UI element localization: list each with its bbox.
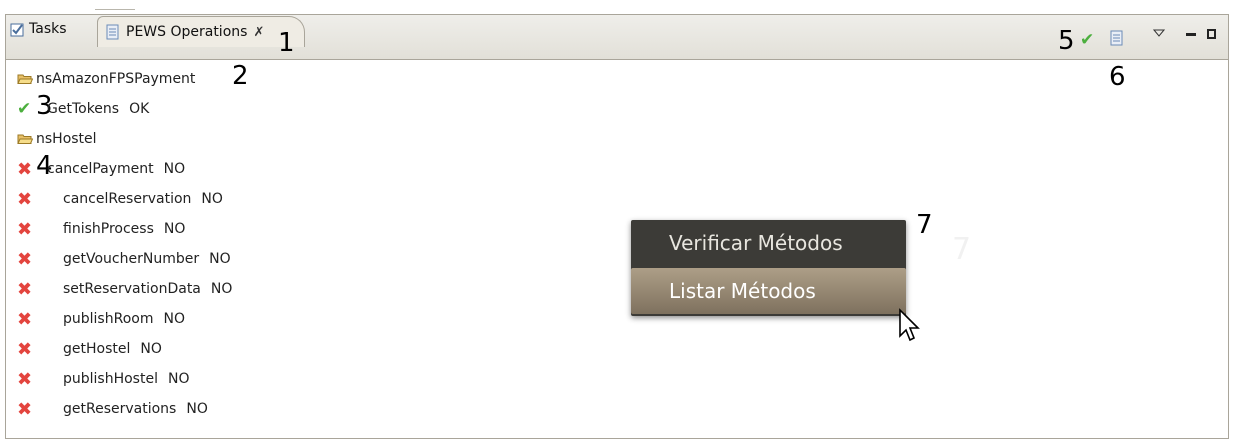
operation-row[interactable]: ✖ cancelPayment NO <box>17 154 232 184</box>
context-menu: Verificar Métodos Listar Métodos <box>631 220 906 316</box>
operation-name: publishHostel <box>63 371 158 387</box>
group-row[interactable]: nsAmazonFPSPayment <box>17 64 232 94</box>
document-icon <box>106 24 119 40</box>
error-x-icon: ✖ <box>17 158 33 180</box>
group-row[interactable]: nsHostel <box>17 124 232 154</box>
operation-row[interactable]: ✖ getHostel NO <box>17 334 232 364</box>
operation-name: getReservations <box>63 401 177 417</box>
operation-name: finishProcess <box>63 221 154 237</box>
operation-row[interactable]: ✔ GetTokens OK <box>17 94 232 124</box>
folder-open-icon <box>17 74 33 84</box>
operation-status: NO <box>163 311 185 327</box>
operation-name: cancelReservation <box>63 191 192 207</box>
operation-name: getVoucherNumber <box>63 251 200 267</box>
list-operations-icon[interactable] <box>1110 30 1123 46</box>
operation-status: NO <box>201 191 223 207</box>
operation-status: NO <box>210 281 233 297</box>
error-x-icon: ✖ <box>17 338 33 360</box>
operation-row[interactable]: ✖ setReservationData NO <box>17 274 232 304</box>
mouse-cursor-icon <box>899 308 920 342</box>
operation-status: NO <box>163 221 186 237</box>
annotation-1: 1 <box>278 28 295 58</box>
folder-open-icon <box>17 134 33 144</box>
operation-row[interactable]: ✖ getReservations NO <box>17 394 232 424</box>
check-icon: ✔ <box>17 99 32 119</box>
tab-tasks[interactable]: Tasks <box>10 17 67 41</box>
error-x-icon: ✖ <box>17 308 33 330</box>
group-name: nsAmazonFPSPayment <box>36 71 196 87</box>
operation-status: NO <box>140 341 162 357</box>
error-x-icon: ✖ <box>17 398 33 420</box>
operation-row[interactable]: ✖ publishHostel NO <box>17 364 232 394</box>
group-name: nsHostel <box>36 131 97 147</box>
menu-item-listar-metodos[interactable]: Listar Métodos <box>631 268 906 314</box>
operation-name: setReservationData <box>63 281 201 297</box>
operation-row[interactable]: ✖ cancelReservation NO <box>17 184 232 214</box>
operation-status: OK <box>129 101 150 117</box>
annotation-2: 2 <box>232 61 249 91</box>
annotation-7-shadow: 7 <box>952 232 972 267</box>
operation-row[interactable]: ✖ publishRoom NO <box>17 304 232 334</box>
top-edge-line <box>95 9 135 10</box>
operation-row[interactable]: ✖ getVoucherNumber NO <box>17 244 232 274</box>
view-menu-icon[interactable] <box>1153 28 1165 38</box>
check-icon[interactable]: ✔ <box>1080 30 1094 50</box>
error-x-icon: ✖ <box>17 248 33 270</box>
operation-status: NO <box>163 161 186 177</box>
error-x-icon: ✖ <box>17 188 33 210</box>
tab-pews-operations[interactable]: PEWS Operations ✗ <box>97 16 306 47</box>
tab-tasks-label: Tasks <box>29 21 67 37</box>
error-x-icon: ✖ <box>17 278 33 300</box>
minimize-icon[interactable] <box>1186 33 1196 36</box>
operation-row[interactable]: ✖ finishProcess NO <box>17 214 232 244</box>
tab-pews-label: PEWS Operations <box>126 24 248 40</box>
annotation-6: 6 <box>1109 62 1126 92</box>
operation-name: getHostel <box>63 341 131 357</box>
tasks-icon <box>10 23 24 36</box>
error-x-icon: ✖ <box>17 368 33 390</box>
operation-status: NO <box>167 371 190 387</box>
error-x-icon: ✖ <box>17 218 33 240</box>
annotation-5: 5 <box>1058 26 1075 56</box>
operation-status: NO <box>209 251 231 267</box>
operation-status: NO <box>186 401 208 417</box>
operation-name: GetTokens <box>47 101 120 117</box>
operations-tree: nsAmazonFPSPayment ✔ GetTokens OK nsHost… <box>17 64 232 424</box>
close-icon[interactable]: ✗ <box>253 25 264 40</box>
operation-name: publishRoom <box>63 311 154 327</box>
menu-item-verificar-metodos[interactable]: Verificar Métodos <box>631 220 906 266</box>
operation-name: cancelPayment <box>47 161 154 177</box>
maximize-icon[interactable] <box>1207 29 1216 39</box>
annotation-7: 7 <box>916 210 933 240</box>
